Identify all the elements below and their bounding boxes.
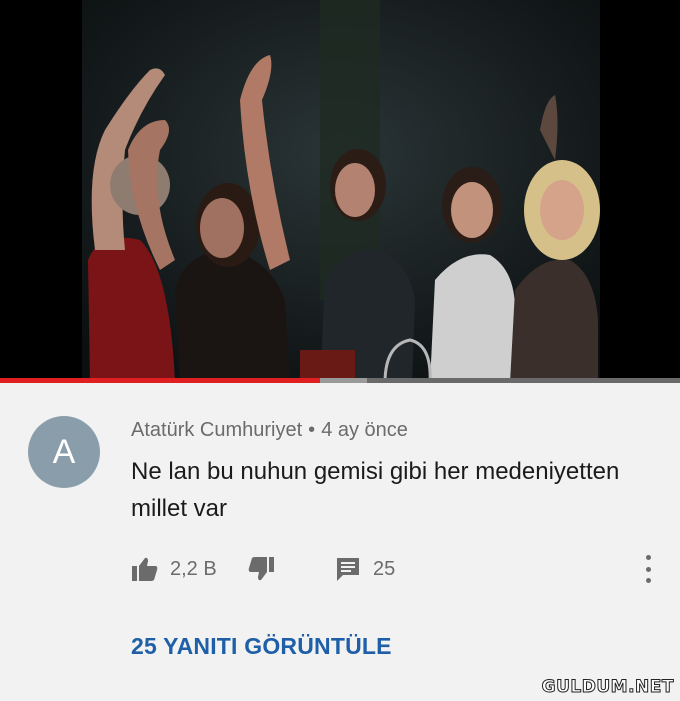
watermark-logo: GULDUM.NET [541,677,674,698]
dislike-button[interactable] [247,553,275,585]
more-vert-icon [645,555,651,560]
more-options-button[interactable] [639,555,657,583]
comment-text: Ne lan bu nuhun gemisi gibi her medeniye… [131,458,620,522]
comment-time: 4 ay önce [321,419,408,441]
thumbs-up-icon [131,556,159,582]
thumbs-down-icon [247,556,275,582]
avatar[interactable]: A [28,416,100,488]
comment-actions: 2,2 B 25 [131,553,661,585]
reply-button[interactable]: 25 [335,553,395,585]
view-replies-link[interactable]: 25 YANITI GÖRÜNTÜLE [131,633,392,660]
video-player[interactable] [0,0,680,383]
comment-meta: Atatürk Cumhuriyet • 4 ay önce [131,419,408,442]
comment-icon [335,556,361,582]
like-count: 2,2 B [170,557,217,580]
like-button[interactable]: 2,2 B [131,553,217,585]
video-thumbnail [0,0,680,383]
reply-count: 25 [373,557,396,580]
separator-dot: • [308,419,316,441]
comment-card: A Atatürk Cumhuriyet • 4 ay önce Ne lan bu… [0,383,680,701]
comment-author[interactable]: Atatürk Cumhuriyet [131,419,302,441]
